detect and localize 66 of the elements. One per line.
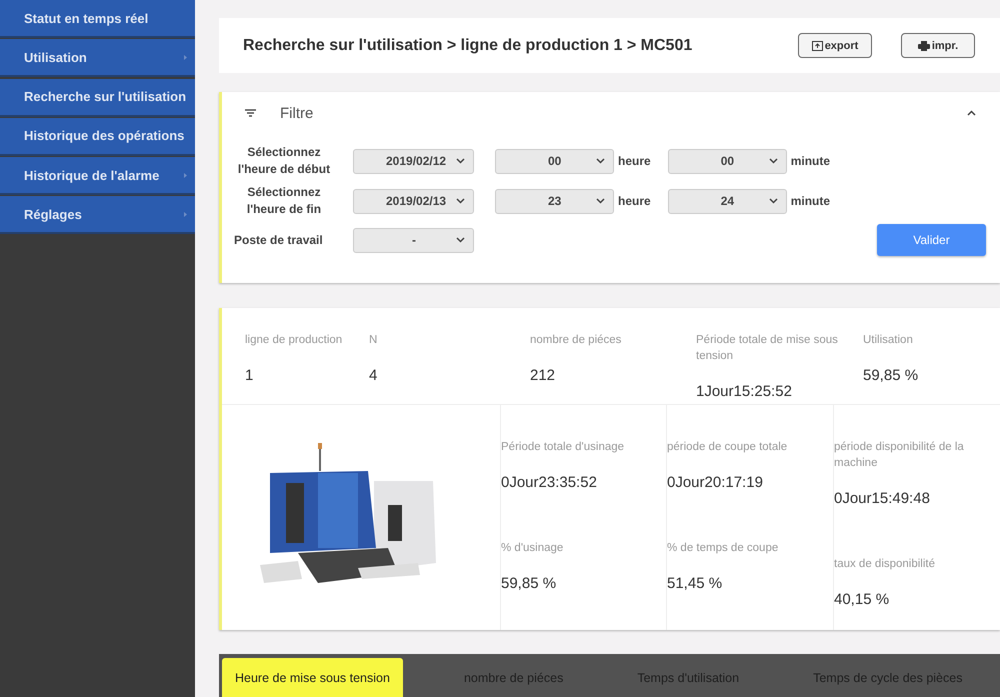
date-select[interactable]: 2019/02/12 [353,148,474,174]
minute-select[interactable]: 00 [668,148,787,174]
stat-value: 1 [245,367,254,384]
sidebar-item[interactable]: Réglages [0,196,195,234]
stat-label: période de coupe totale [667,440,788,455]
sidebar-item-label: Recherche sur l'utilisation [24,89,186,104]
date-select[interactable]: 2019/02/13 [353,188,474,214]
stat-value: 51,45 % [667,575,724,592]
sidebar-item[interactable]: Recherche sur l'utilisation [0,78,195,117]
caret-icon [768,198,778,204]
stat-value: 0Jour15:49:48 [834,490,931,507]
stat-value: 40,15 % [834,591,890,608]
stat-value: 1Jour15:25:52 [696,383,793,400]
stat-label: période disponibilité de la machine [834,440,965,471]
hour-select[interactable]: 00 [495,148,614,174]
caret-icon [456,198,465,204]
caret-icon [456,237,465,243]
sidebar-item[interactable]: Historique des opérations [0,118,195,156]
sidebar-item[interactable]: Utilisation [0,39,195,78]
unit-label: heure [618,154,651,168]
print-button[interactable]: impr. [901,33,975,58]
stat-value: 59,85 % [863,367,920,384]
chevron-icon [184,212,187,217]
stat-value: 0Jour23:35:52 [501,474,598,491]
minute-select[interactable]: 24 [668,188,787,214]
caret-icon [596,198,605,204]
sidebar-item-label: Historique des opérations [24,128,184,144]
chevron-icon [184,172,187,178]
chevron-icon [184,54,187,60]
field-label: Poste de travail [233,232,323,248]
stat-label: Période totale d'usinage [501,440,626,455]
caret-icon [768,158,778,164]
caret-icon [596,158,605,164]
breadcrumb: Recherche sur l'utilisation > ligne de production 1 > MC501 [243,36,692,54]
stat-value: 4 [369,367,378,384]
stat-label: % de temps de coupe [667,541,780,556]
upload-icon [812,40,823,50]
collapse-icon [967,110,976,116]
tab[interactable]: Heure de mise sous tension [222,658,403,697]
sidebar-item-label: Historique de l'alarme [24,168,160,183]
stat-label: Utilisation [863,333,914,348]
stat-label: % d'usinage [501,541,564,556]
sidebar-item-label: Réglages [24,206,82,222]
filter-title: Filtre [280,104,314,122]
filter-icon [245,109,256,117]
stat-value: 0Jour20:17:19 [667,474,764,491]
hour-select[interactable]: 23 [495,188,614,214]
stat-value: 212 [530,367,556,384]
export-button[interactable]: export [798,33,872,58]
stat-label: taux de disponibilité [834,557,936,572]
workstation-select[interactable]: - [353,228,474,252]
caret-icon [456,158,465,164]
field-label: Sélectionnez l'heure de début [236,144,332,178]
stat-label: nombre de piéces [530,333,622,348]
stat-label: N [369,333,378,348]
field-label: Sélectionnez l'heure de fin [246,184,322,218]
unit-label: minute [790,194,830,208]
sidebar-item-label: Utilisation [24,50,87,65]
sidebar-item[interactable]: Historique de l'alarme [0,157,195,196]
stat-label: ligne de production [245,333,344,348]
unit-label: heure [618,194,651,208]
sidebar-item[interactable]: Statut en temps réel [0,0,195,38]
unit-label: minute [790,154,830,168]
sidebar-item-label: Statut en temps réel [24,10,148,26]
stat-label: Période totale de mise sous tension [696,333,839,364]
stat-value: 59,85 % [501,575,558,592]
